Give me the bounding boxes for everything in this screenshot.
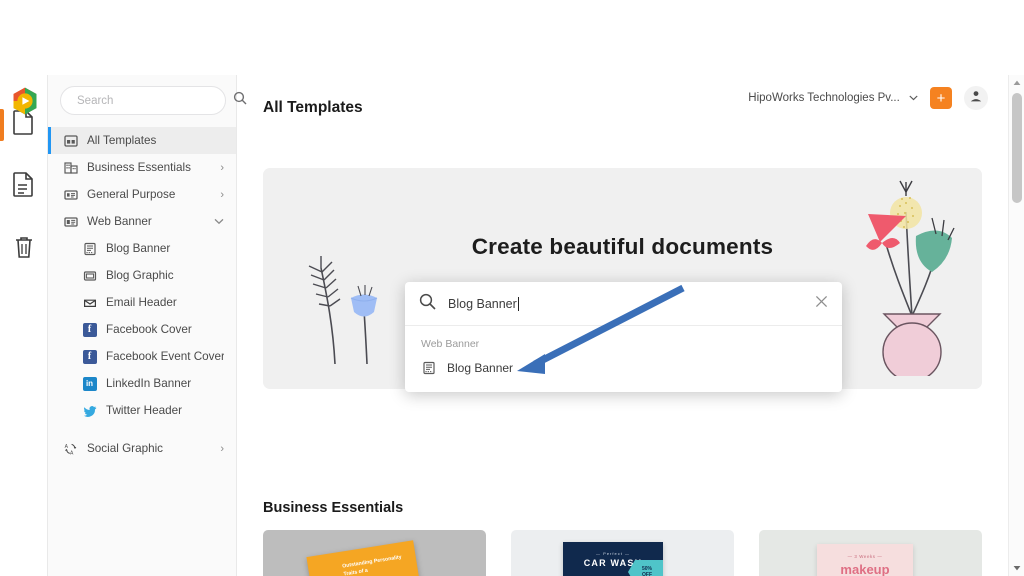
search-results-list: Web Banner Blog Banner xyxy=(405,326,842,392)
global-search-box[interactable] xyxy=(60,86,247,115)
sidebar-subitem-label: Twitter Header xyxy=(106,404,182,417)
sidebar-subitem-twitter-header[interactable]: Twitter Header xyxy=(48,397,236,424)
search-overlay-input-row[interactable]: Blog Banner xyxy=(405,282,842,326)
car-wash-poster-art: — Perfect — CAR WASH 50% OFF xyxy=(563,542,663,576)
facebook-icon: f xyxy=(82,349,97,364)
twitter-bird-icon xyxy=(82,403,97,418)
makeup-courses-flyer-art: — 3 Weeks — makeup courses Discover the … xyxy=(817,544,913,576)
user-avatar-icon xyxy=(969,89,983,108)
sidebar-item-social-graphic[interactable]: AA Social Graphic › xyxy=(48,435,236,462)
plus-icon: + xyxy=(936,89,946,107)
scroll-up-arrow-icon[interactable] xyxy=(1009,75,1024,91)
svg-text:A: A xyxy=(70,450,74,456)
sidebar-subitem-email-header[interactable]: Email Header xyxy=(48,289,236,316)
search-result-group-label: Web Banner xyxy=(421,338,480,350)
grid-template-icon xyxy=(63,133,78,148)
sidebar-item-all-templates[interactable]: All Templates xyxy=(48,127,236,154)
left-icon-rail xyxy=(0,75,48,576)
template-card-grid: 12 Outstanding Personality Traits of a G… xyxy=(263,530,1008,576)
sidebar-item-business-essentials[interactable]: Business Essentials › xyxy=(48,154,236,181)
trash-icon xyxy=(13,235,35,264)
sidebar-subitem-facebook-event-cover[interactable]: f Facebook Event Cover xyxy=(48,343,236,370)
sidebar-subitem-label: Facebook Cover xyxy=(106,323,192,336)
sidebar-subitem-blog-graphic[interactable]: Blog Graphic xyxy=(48,262,236,289)
search-overlay-input[interactable]: Blog Banner xyxy=(448,296,807,311)
blog-graphic-icon xyxy=(82,268,97,283)
banner-icon xyxy=(63,214,78,229)
wondershare-hexagon-logo-icon xyxy=(13,87,37,115)
search-icon xyxy=(419,293,436,315)
chevron-down-icon xyxy=(909,92,918,104)
sidebar-subitem-label: LinkedIn Banner xyxy=(106,377,192,390)
linkedin-icon: in xyxy=(82,376,97,391)
flyer-subtitle: Outstanding Personality Traits of a xyxy=(341,554,403,576)
chevron-down-icon xyxy=(214,216,224,228)
add-new-button[interactable]: + xyxy=(930,87,952,109)
rail-item-trash[interactable] xyxy=(0,231,48,267)
sidebar-subitem-linkedin-banner[interactable]: in LinkedIn Banner xyxy=(48,370,236,397)
close-icon[interactable] xyxy=(807,295,828,312)
flyer-title-line-1: makeup xyxy=(840,562,890,576)
sidebar-item-label: All Templates xyxy=(87,134,157,147)
scroll-down-arrow-icon[interactable] xyxy=(1009,560,1024,576)
sidebar-item-general-purpose[interactable]: General Purpose › xyxy=(48,181,236,208)
organization-selector[interactable]: HipoWorks Technologies Pv... xyxy=(748,92,918,104)
browser-chrome-gap xyxy=(0,0,1024,75)
building-icon xyxy=(63,160,78,175)
header-actions: HipoWorks Technologies Pv... + xyxy=(748,86,988,110)
sidebar-subitem-label: Facebook Event Cover xyxy=(106,350,224,363)
poster-pretitle: — Perfect — xyxy=(596,551,630,556)
section-title-business-essentials: Business Essentials xyxy=(263,500,404,516)
organization-label: HipoWorks Technologies Pv... xyxy=(748,92,900,104)
scrollbar-thumb[interactable] xyxy=(1012,93,1022,203)
search-result-item-blog-banner[interactable]: Blog Banner xyxy=(405,357,842,378)
list-card-icon xyxy=(63,187,78,202)
search-icon[interactable] xyxy=(233,91,247,110)
sidebar-item-web-banner[interactable]: Web Banner xyxy=(48,208,236,235)
sidebar-item-label: Business Essentials xyxy=(87,161,191,174)
search-input[interactable] xyxy=(75,93,233,108)
sidebar-subitem-blog-banner[interactable]: Blog Banner xyxy=(48,235,236,262)
flower-vase-illustration xyxy=(860,176,970,382)
sidebar-subitem-label: Email Header xyxy=(106,296,177,309)
avatar[interactable] xyxy=(964,86,988,110)
sidebar-item-label: Social Graphic xyxy=(87,442,164,455)
template-card-great-boss[interactable]: 12 Outstanding Personality Traits of a G… xyxy=(263,530,486,576)
template-card-makeup-courses[interactable]: — 3 Weeks — makeup courses Discover the … xyxy=(759,530,982,576)
chevron-right-icon: › xyxy=(220,161,224,174)
blog-banner-icon xyxy=(82,241,97,256)
search-result-label: Blog Banner xyxy=(447,360,514,375)
text-caret xyxy=(517,296,519,311)
app-logo[interactable] xyxy=(10,86,40,116)
chevron-right-icon: › xyxy=(220,442,224,455)
templates-sidebar: Templates All Templates Business Essenti… xyxy=(48,75,237,576)
vertical-scrollbar[interactable] xyxy=(1008,75,1024,576)
document-lines-icon xyxy=(13,172,34,202)
template-card-car-wash[interactable]: — Perfect — CAR WASH 50% OFF xyxy=(511,530,734,576)
badge-text: 50% OFF xyxy=(641,566,652,576)
wheat-and-blue-tulip-illustration xyxy=(301,246,406,371)
sidebar-item-label: Web Banner xyxy=(87,215,152,228)
sidebar-subitem-facebook-cover[interactable]: f Facebook Cover xyxy=(48,316,236,343)
search-query-value: Blog Banner xyxy=(448,296,517,311)
rail-item-templates[interactable] xyxy=(0,169,48,205)
sidebar-item-label: General Purpose xyxy=(87,188,176,201)
envelope-icon xyxy=(82,295,97,310)
search-overlay-panel: Blog Banner Web Banner Blog Banner xyxy=(405,282,842,392)
chevron-right-icon: › xyxy=(220,188,224,201)
sidebar-subitem-label: Blog Banner xyxy=(106,242,171,255)
facebook-icon: f xyxy=(82,322,97,337)
great-boss-flyer-art: 12 Outstanding Personality Traits of a G… xyxy=(306,540,432,576)
flyer-pretitle: — 3 Weeks — xyxy=(847,554,883,559)
blog-banner-icon xyxy=(421,360,436,375)
social-graphic-icon: AA xyxy=(63,441,78,456)
sidebar-subitem-label: Blog Graphic xyxy=(106,269,174,282)
